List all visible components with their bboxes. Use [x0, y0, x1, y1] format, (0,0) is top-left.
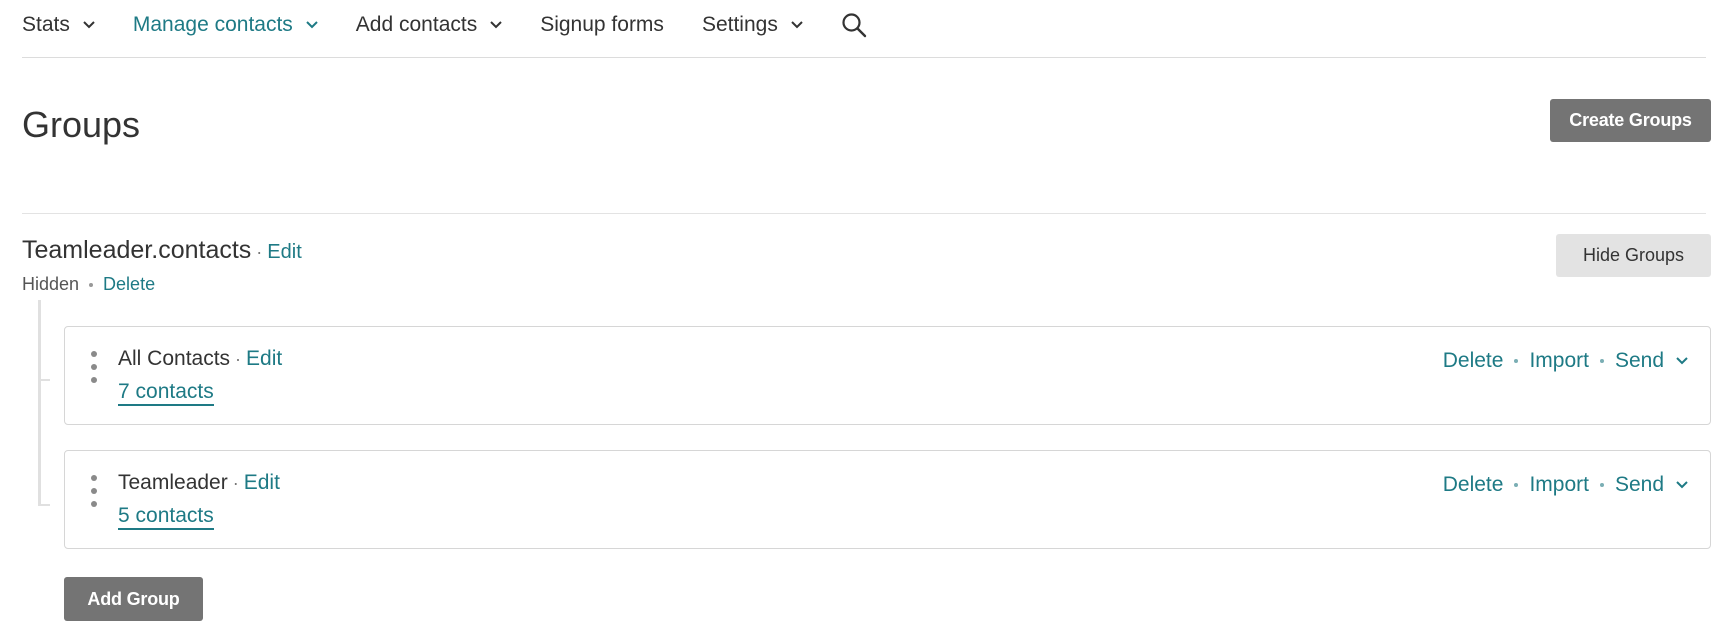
page-title: Groups — [22, 104, 141, 145]
category-edit-link[interactable]: Edit — [267, 241, 301, 264]
chevron-down-icon[interactable] — [1676, 357, 1688, 365]
category-meta: Hidden Delete — [22, 274, 155, 295]
group-import-link[interactable]: Import — [1529, 473, 1589, 497]
chevron-down-icon — [791, 20, 803, 28]
nav-label: Signup forms — [540, 12, 664, 36]
separator-dot — [1599, 359, 1604, 363]
group-contacts-link[interactable]: 5 contacts — [118, 504, 214, 531]
separator-dot — [1514, 483, 1519, 487]
separator: · — [235, 349, 242, 369]
chevron-down-icon — [83, 20, 95, 28]
tree-branch — [38, 379, 50, 381]
separator-dot — [89, 282, 94, 287]
group-title-row: All Contacts · Edit — [118, 347, 282, 371]
nav-item-signup-forms[interactable]: Signup forms — [540, 13, 664, 37]
group-delete-link[interactable]: Delete — [1443, 473, 1504, 497]
nav-label: Add contacts — [355, 12, 478, 36]
category-status: Hidden — [22, 274, 80, 294]
nav-item-stats[interactable]: Stats — [22, 13, 95, 37]
separator-dot — [1514, 359, 1519, 363]
search-icon[interactable] — [841, 12, 867, 38]
divider — [22, 213, 1706, 214]
drag-handle-icon[interactable] — [91, 475, 97, 507]
group-actions: Delete Import Send — [1443, 349, 1688, 373]
category-header: Teamleader.contacts · Edit — [22, 236, 302, 265]
group-edit-link[interactable]: Edit — [244, 471, 280, 495]
group-actions: Delete Import Send — [1443, 473, 1688, 497]
page: Stats Manage contacts Add contacts Signu… — [0, 0, 1729, 630]
separator-dot — [1599, 483, 1604, 487]
chevron-down-icon[interactable] — [1676, 481, 1688, 489]
group-send-link[interactable]: Send — [1615, 349, 1664, 373]
separator: · — [256, 242, 263, 262]
category-delete-link[interactable]: Delete — [103, 274, 155, 295]
group-name: All Contacts — [118, 347, 231, 370]
group-contacts-link[interactable]: 7 contacts — [118, 380, 214, 407]
group-card: Teamleader · Edit 5 contacts Delete Impo… — [64, 450, 1711, 549]
chevron-down-icon — [306, 20, 318, 28]
nav-item-settings[interactable]: Settings — [702, 13, 803, 37]
add-group-button[interactable]: Add Group — [64, 577, 203, 621]
top-nav: Stats Manage contacts Add contacts Signu… — [22, 0, 1706, 58]
group-edit-link[interactable]: Edit — [246, 347, 282, 371]
group-name: Teamleader — [118, 471, 228, 494]
tree-line — [38, 300, 41, 506]
group-card: All Contacts · Edit 7 contacts Delete Im… — [64, 326, 1711, 425]
group-delete-link[interactable]: Delete — [1443, 349, 1504, 373]
tree-branch — [38, 504, 50, 506]
create-groups-button[interactable]: Create Groups — [1550, 99, 1711, 142]
category-name: Teamleader.contacts — [22, 236, 252, 264]
nav-item-add-contacts[interactable]: Add contacts — [356, 13, 502, 37]
hide-groups-button[interactable]: Hide Groups — [1556, 234, 1711, 277]
separator: · — [232, 473, 239, 493]
group-import-link[interactable]: Import — [1529, 349, 1589, 373]
chevron-down-icon — [490, 20, 502, 28]
drag-handle-icon[interactable] — [91, 351, 97, 383]
group-title-row: Teamleader · Edit — [118, 471, 280, 495]
nav-item-manage-contacts[interactable]: Manage contacts — [133, 13, 318, 37]
nav-label: Stats — [22, 12, 70, 36]
nav-label: Manage contacts — [132, 12, 293, 36]
group-send-link[interactable]: Send — [1615, 473, 1664, 497]
nav-label: Settings — [701, 12, 778, 36]
